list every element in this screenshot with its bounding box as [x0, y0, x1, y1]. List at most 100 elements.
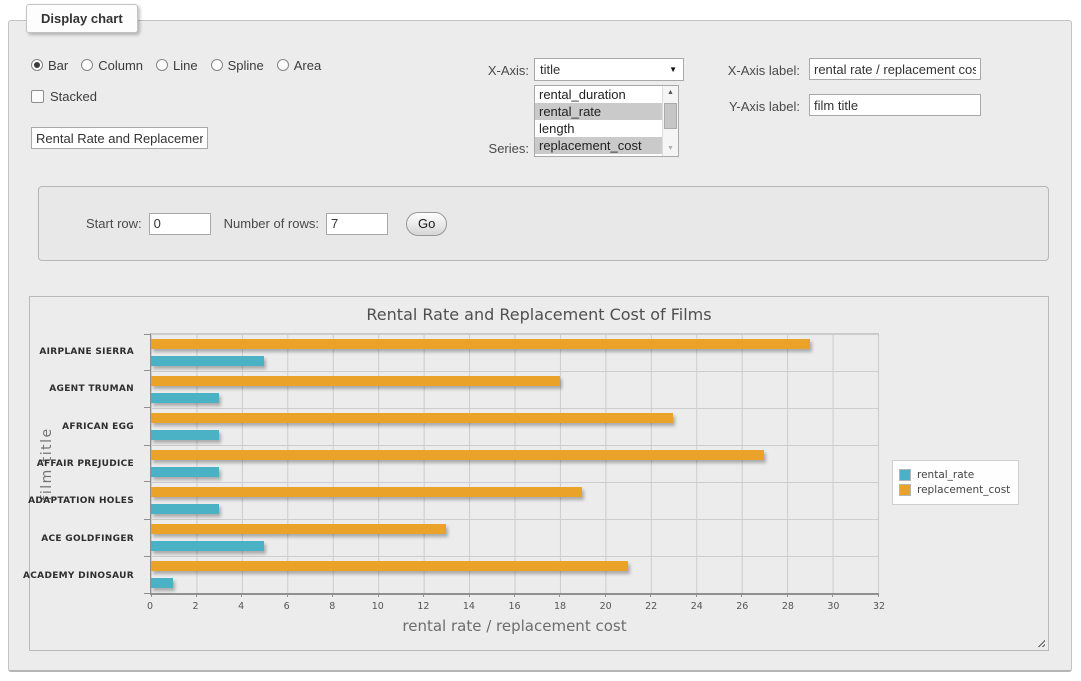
x-tick-mark	[514, 593, 515, 597]
x-tick-mark	[469, 593, 470, 597]
bar-replacement_cost	[151, 487, 582, 497]
bar-replacement_cost	[151, 524, 446, 534]
go-button[interactable]: Go	[406, 212, 447, 236]
scroll-down-arrow-icon[interactable]: ▼	[663, 142, 678, 156]
series-multiselect[interactable]: rental_durationrental_ratelengthreplacem…	[534, 85, 679, 157]
chart-type-option-line[interactable]: Line	[156, 58, 198, 73]
y-axis-label-input[interactable]	[809, 94, 981, 116]
legend-label-replacement_cost: replacement_cost	[917, 484, 1010, 496]
x-tick-mark	[287, 593, 288, 597]
x-tick-label: 24	[691, 601, 703, 612]
x-axis-select-label: X-Axis:	[429, 63, 529, 78]
page: Display chart Bar Column Line Spline Area St…	[0, 0, 1081, 681]
x-tick-mark	[423, 593, 424, 597]
x-tick-mark	[832, 593, 833, 597]
series-option-rental_duration[interactable]: rental_duration	[535, 86, 662, 103]
bar-rental_rate	[151, 356, 264, 366]
x-tick-mark	[241, 593, 242, 597]
stacked-row: Stacked	[31, 89, 97, 104]
y-tick-mark	[144, 370, 150, 371]
radio-label-spline: Spline	[228, 58, 264, 73]
radio-column-icon[interactable]	[81, 59, 93, 71]
x-tick-label: 14	[463, 601, 475, 612]
legend-item-replacement_cost: replacement_cost	[899, 484, 1010, 496]
bar-rental_rate	[151, 541, 264, 551]
x-tick-label: 10	[372, 601, 384, 612]
legend-item-rental_rate: rental_rate	[899, 469, 1010, 481]
x-axis-label-input[interactable]	[809, 58, 981, 80]
x-tick-mark	[605, 593, 606, 597]
x-tick-mark	[878, 593, 879, 597]
series-scrollbar[interactable]: ▲ ▼	[662, 86, 678, 156]
series-option-replacement_cost[interactable]: replacement_cost	[535, 137, 662, 154]
x-tick-label: 2	[193, 601, 199, 612]
radio-area-icon[interactable]	[277, 59, 289, 71]
y-tick-mark	[144, 334, 150, 335]
plot-area	[150, 333, 879, 595]
num-rows-label: Number of rows:	[224, 216, 319, 231]
series-option-rental_rate[interactable]: rental_rate	[535, 103, 662, 120]
fieldset-legend: Display chart	[26, 4, 138, 33]
category-label: ACADEMY DINOSAUR	[23, 571, 134, 581]
num-rows-input[interactable]	[326, 213, 388, 235]
x-tick-mark	[378, 593, 379, 597]
chart-type-option-column[interactable]: Column	[81, 58, 143, 73]
category-row	[151, 519, 878, 556]
x-tick-mark	[787, 593, 788, 597]
stacked-checkbox[interactable]	[31, 90, 44, 103]
x-tick-label: 18	[554, 601, 566, 612]
category-label: AFFAIR PREJUDICE	[37, 459, 134, 469]
radio-spline-icon[interactable]	[211, 59, 223, 71]
fieldset-legend-label: Display chart	[41, 11, 123, 26]
y-tick-mark	[144, 556, 150, 557]
x-tick-label: 6	[284, 601, 290, 612]
start-row-label: Start row:	[86, 216, 142, 231]
category-row	[151, 334, 878, 371]
chart-type-option-spline[interactable]: Spline	[211, 58, 264, 73]
category-row	[151, 371, 878, 408]
bar-replacement_cost	[151, 376, 560, 386]
category-row	[151, 482, 878, 519]
category-row	[151, 556, 878, 593]
chart-legend: rental_rate replacement_cost	[892, 460, 1019, 505]
radio-line-icon[interactable]	[156, 59, 168, 71]
stacked-label: Stacked	[50, 89, 97, 104]
y-tick-mark	[144, 519, 150, 520]
x-tick-mark	[650, 593, 651, 597]
x-axis-label-label: X-Axis label:	[649, 63, 800, 78]
radio-label-line: Line	[173, 58, 198, 73]
chart-type-option-area[interactable]: Area	[277, 58, 321, 73]
bar-replacement_cost	[151, 450, 764, 460]
category-label: AGENT TRUMAN	[49, 384, 134, 394]
resize-handle-icon[interactable]	[1035, 637, 1045, 647]
chart-type-option-bar[interactable]: Bar	[31, 58, 68, 73]
x-tick-mark	[696, 593, 697, 597]
bar-rental_rate	[151, 430, 219, 440]
x-tick-label: 20	[600, 601, 612, 612]
bar-rental_rate	[151, 467, 219, 477]
bar-rental_rate	[151, 578, 173, 588]
start-row-input[interactable]	[149, 213, 211, 235]
series-option-list: rental_durationrental_ratelengthreplacem…	[535, 86, 662, 156]
x-tick-label: 26	[736, 601, 748, 612]
x-tick-label: 12	[417, 601, 429, 612]
scroll-up-arrow-icon[interactable]: ▲	[663, 86, 678, 100]
x-tick-label: 0	[147, 601, 153, 612]
x-tick-label: 8	[329, 601, 335, 612]
radio-bar-icon[interactable]	[31, 59, 43, 71]
y-axis-label-label: Y-Axis label:	[649, 99, 800, 114]
category-label: AIRPLANE SIERRA	[39, 347, 134, 357]
bar-replacement_cost	[151, 339, 810, 349]
x-tick-label: 32	[873, 601, 885, 612]
x-tick-label: 22	[645, 601, 657, 612]
x-tick-label: 28	[782, 601, 794, 612]
x-tick-mark	[332, 593, 333, 597]
x-tick-mark	[196, 593, 197, 597]
category-row	[151, 445, 878, 482]
chart-title-input[interactable]	[31, 127, 208, 149]
radio-label-bar: Bar	[48, 58, 68, 73]
series-option-length[interactable]: length	[535, 120, 662, 137]
x-tick-mark	[741, 593, 742, 597]
bar-replacement_cost	[151, 561, 628, 571]
category-label: AFRICAN EGG	[62, 422, 134, 432]
